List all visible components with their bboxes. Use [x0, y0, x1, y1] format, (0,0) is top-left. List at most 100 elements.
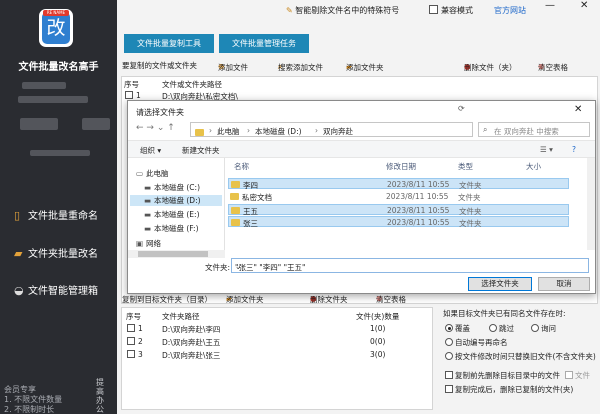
- dialog-nav-buttons: ← → ⌄ ↑: [136, 123, 175, 133]
- horizontal-scrollbar[interactable]: [128, 250, 225, 258]
- scrollbar-thumb[interactable]: [138, 251, 208, 257]
- row-checkbox[interactable]: [125, 91, 133, 99]
- tree-item-drive-e[interactable]: ▬ 本地磁盘 (E:): [144, 209, 200, 220]
- tree-item-label: 此电脑: [146, 169, 169, 178]
- row-checkbox[interactable]: [127, 324, 135, 332]
- tree-item-label: 本地磁盘 (F:): [154, 224, 199, 233]
- vertical-scrollbar[interactable]: [587, 158, 595, 250]
- file-type: 文件夹: [459, 181, 482, 190]
- search-icon: ⌕: [483, 125, 488, 134]
- logo-tag: RE NAME: [43, 10, 69, 16]
- checkbox-icon: [445, 385, 453, 393]
- file-row[interactable]: 张三 2023/8/11 10:55 文件夹: [228, 216, 569, 228]
- tree-item-drive-d[interactable]: ▬ 本地磁盘 (D:): [130, 195, 222, 206]
- cancel-button[interactable]: 取消: [538, 277, 590, 291]
- blurred-user-info: [20, 118, 58, 130]
- checkbox-delete-after[interactable]: 复制完成后，删除已复制的文件(夹): [445, 384, 573, 395]
- file-row[interactable]: 私密文档 2023/8/11 10:55 文件夹: [228, 191, 569, 202]
- dialog-title: 请选择文件夹: [136, 108, 184, 117]
- compat-mode-checkbox[interactable]: [429, 5, 438, 14]
- compat-mode-label: 兼容模式: [441, 6, 473, 15]
- clear-table-label: 清空表格: [538, 63, 568, 72]
- checkbox-icon: [445, 371, 453, 379]
- select-folder-button[interactable]: 选择文件夹: [468, 277, 532, 291]
- row-index: 1: [138, 324, 143, 333]
- radio-label: 询问: [541, 324, 556, 333]
- file-row[interactable]: 王五 2023/8/11 10:55 文件夹: [228, 204, 569, 216]
- radio-selected-icon: [445, 324, 453, 332]
- checkbox-file-only[interactable]: 文件: [565, 370, 590, 381]
- checkbox-icon: [565, 371, 573, 379]
- dialog-search-input[interactable]: ⌕ 在 双向奔赴 中搜索: [478, 122, 590, 137]
- computer-icon: ▭: [136, 169, 144, 178]
- up-arrow-icon[interactable]: ↑: [167, 123, 175, 133]
- folder-name-input[interactable]: "张三" "李四" "王五" ⌄: [231, 258, 589, 273]
- add-target-folder-label: 添加文件夹: [226, 295, 264, 304]
- refresh-icon[interactable]: ⟳: [458, 104, 465, 113]
- official-site-link[interactable]: 官方网站: [494, 5, 526, 16]
- radio-icon: [489, 324, 497, 332]
- organize-menu[interactable]: 组织 ▾: [140, 145, 161, 156]
- radio-skip[interactable]: 跳过: [489, 323, 514, 334]
- column-header-type[interactable]: 类型: [458, 161, 473, 172]
- add-folder-label: 添加文件夹: [346, 63, 384, 72]
- file-list: 名称 修改日期 类型 大小 李四 2023/8/11 10:55 文件夹 私密文…: [226, 158, 595, 250]
- sidebar-item-batch-rename-folders[interactable]: ▰ 文件夹批量改名: [14, 243, 114, 265]
- source-toolbar: 要复制的文件或文件夹 ⊕ 添加文件 ⌕ 搜索添加文件 ▰ 添加文件夹 ● 删除文…: [120, 58, 600, 72]
- address-bar[interactable]: › 此电脑 › 本地磁盘 (D:) › 双向奔赴 ⌄: [190, 122, 515, 137]
- row-checkbox[interactable]: [127, 350, 135, 358]
- checkbox-label: 复制前先删除目标目录中的文件: [455, 371, 560, 380]
- file-icon: ▯: [14, 209, 21, 222]
- radio-overwrite[interactable]: 覆盖: [445, 323, 470, 334]
- row-path: D:\双向奔赴\李四: [162, 325, 221, 334]
- radio-by-time[interactable]: 按文件修改时间只替换旧文件(不含文件夹): [445, 351, 596, 362]
- tree-item-label: 本地磁盘 (D:): [154, 196, 201, 205]
- new-folder-button[interactable]: 新建文件夹: [182, 145, 220, 156]
- minimize-button[interactable]: —: [545, 0, 555, 11]
- tab-batch-copy[interactable]: 文件批量复制工具: [124, 34, 214, 53]
- tree-item-network[interactable]: ▣ 网络: [136, 238, 161, 249]
- view-options-icon[interactable]: ☰ ▾: [540, 145, 553, 154]
- column-header-path: 文件或文件夹路径: [162, 80, 222, 89]
- chevron-right-icon: ›: [209, 126, 212, 135]
- column-header-name[interactable]: 名称: [234, 161, 249, 172]
- file-row[interactable]: 李四 2023/8/11 10:55 文件夹: [228, 178, 569, 190]
- tree-item-this-pc[interactable]: ▭ 此电脑: [136, 168, 169, 179]
- close-window-button[interactable]: ✕: [580, 0, 588, 11]
- drive-icon: ▬: [144, 210, 152, 219]
- chevron-down-icon[interactable]: ⌄: [157, 123, 165, 133]
- blurred-user-info: [22, 82, 66, 89]
- sidebar-item-label: 文件夹批量改名: [28, 249, 98, 260]
- column-header-folder-path: 文件夹路径: [162, 312, 200, 321]
- chevron-down-icon[interactable]: ⌄: [235, 262, 241, 271]
- back-arrow-icon[interactable]: ←: [136, 123, 144, 133]
- sidebar-item-label: 文件批量重命名: [28, 211, 98, 222]
- sidebar-item-batch-rename-files[interactable]: ▯ 文件批量重命名: [14, 205, 114, 227]
- logo-char: 改: [42, 12, 70, 44]
- breadcrumb-item[interactable]: 双向奔赴: [323, 126, 353, 137]
- sidebar: 改 RE NAME 文件批量改名高手 ▯ 文件批量重命名 ▰ 文件夹批量改名 ◒ 文件…: [0, 0, 117, 414]
- special-chars-link[interactable]: ✎ 智能剔除文件名中的特殊符号: [286, 5, 399, 16]
- tab-batch-manage[interactable]: 文件批量管理任务: [219, 34, 309, 53]
- row-count: 1(0): [370, 324, 386, 333]
- forward-arrow-icon[interactable]: →: [146, 123, 154, 133]
- sidebar-item-file-manager[interactable]: ◒ 文件智能管理箱: [14, 280, 114, 302]
- breadcrumb-item[interactable]: 本地磁盘 (D:): [255, 126, 302, 137]
- dialog-close-button[interactable]: ✕: [574, 104, 582, 115]
- breadcrumb-item[interactable]: 此电脑: [217, 126, 240, 137]
- tree-item-drive-f[interactable]: ▬ 本地磁盘 (F:): [144, 223, 199, 234]
- row-checkbox[interactable]: [127, 337, 135, 345]
- checkbox-delete-before[interactable]: 复制前先删除目标目录中的文件: [445, 370, 560, 381]
- column-header-size[interactable]: 大小: [526, 161, 541, 172]
- tree-item-drive-c[interactable]: ▬ 本地磁盘 (C:): [144, 182, 200, 193]
- column-header-date[interactable]: 修改日期: [386, 161, 416, 172]
- radio-label: 按文件修改时间只替换旧文件(不含文件夹): [455, 352, 596, 361]
- drive-icon: ▬: [144, 183, 152, 192]
- blurred-user-info: [82, 118, 110, 130]
- radio-ask[interactable]: 询问: [531, 323, 556, 334]
- radio-auto-rename[interactable]: 自动编号再命名: [445, 337, 508, 348]
- help-icon[interactable]: ?: [572, 145, 576, 154]
- drive-icon: ▬: [144, 196, 152, 205]
- radio-icon: [445, 352, 453, 360]
- row-count: 3(0): [370, 350, 386, 359]
